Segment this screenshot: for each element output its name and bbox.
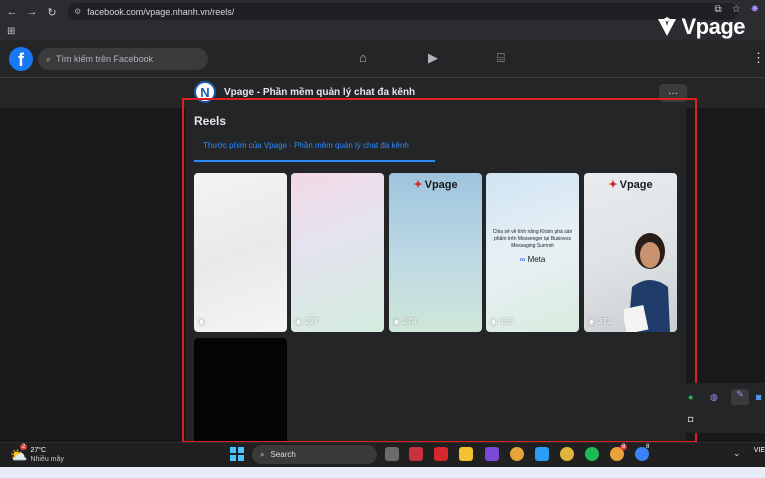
security-icon[interactable]: ◘ — [688, 414, 693, 424]
active-tab-underline — [194, 160, 435, 162]
weather-text: 27°C Nhiều mây — [30, 447, 64, 463]
taskbar-search[interactable]: ⌕ Search — [252, 445, 377, 464]
back-icon[interactable]: ← — [4, 4, 20, 20]
eye-icon: ◉ — [588, 317, 595, 326]
chevron-down-icon[interactable]: ⌄ — [733, 448, 741, 459]
vpage-reel-logo: ✦ Vpage — [608, 178, 653, 192]
viber-icon[interactable]: ◍ — [710, 392, 718, 403]
page-avatar[interactable]: N — [194, 81, 216, 103]
reel-card-1[interactable]: ◉ — [194, 173, 287, 332]
menu-icon[interactable]: ⋮ — [752, 50, 765, 66]
site-info-icon[interactable]: ⚙ — [74, 7, 81, 16]
reel-card-4[interactable]: Chia sẻ về tính năng Khám phá sản phẩm t… — [486, 173, 579, 332]
search-icon: ⌕ — [46, 53, 52, 64]
reel-caption: Chia sẻ về tính năng Khám phá sản phẩm t… — [492, 229, 573, 249]
search-icon: ⌕ — [260, 449, 265, 459]
windows-taskbar — [0, 442, 765, 467]
language-indicator[interactable]: VIE — [754, 447, 765, 454]
file-explorer-icon[interactable] — [459, 447, 473, 461]
chrome-profile-icon[interactable] — [560, 447, 574, 461]
facebook-logo[interactable]: f — [9, 47, 33, 71]
meta-logo-icon: ∞ — [519, 255, 526, 264]
vpage-logo-icon: ✦ — [608, 179, 618, 191]
task-view-icon[interactable] — [385, 447, 399, 461]
spotify-icon[interactable]: ● — [688, 392, 693, 402]
more-options-button[interactable]: ··· — [659, 84, 687, 102]
reel-card-6[interactable] — [194, 338, 287, 442]
windows-start-icon[interactable] — [230, 447, 244, 461]
bookmarks-bar: ⊞ — [0, 24, 765, 40]
chrome-icon[interactable] — [510, 447, 524, 461]
extension-icon[interactable]: ✸ — [751, 4, 759, 15]
copilot-icon[interactable] — [485, 447, 499, 461]
chat-icon[interactable]: ◙ — [756, 392, 761, 402]
reels-title: Reels — [194, 114, 227, 128]
page-name[interactable]: Vpage - Phần mềm quản lý chat đa kênh — [224, 87, 415, 98]
reel-card-5[interactable]: ✦ Vpage ◉ 371 — [584, 173, 677, 332]
search-placeholder: Tìm kiếm trên Facebook — [56, 54, 154, 64]
meta-brand: ∞ Meta — [519, 255, 546, 264]
video-icon[interactable]: ▶ — [428, 50, 438, 66]
vpage-logo-icon: ✦ — [413, 179, 423, 191]
eye-icon: ◉ — [490, 317, 497, 326]
home-icon[interactable]: ⌂ — [359, 50, 367, 65]
view-count: ◉ — [198, 317, 208, 326]
feather-icon[interactable]: ✎ — [731, 389, 749, 405]
facebook-search-input[interactable]: ⌕ Tìm kiếm trên Facebook — [38, 48, 208, 70]
bottom-strip — [0, 467, 765, 478]
floating-app-tray: ● ◍ ✎ ◙ ◘ — [679, 383, 765, 433]
messenger-badge: 8 — [646, 444, 650, 450]
watermark-text: Vpage — [681, 14, 745, 39]
vpage-watermark: Vpage — [656, 14, 745, 40]
view-count: ◉ 274 — [393, 317, 417, 326]
mcafee-icon[interactable] — [434, 447, 448, 461]
vpage-logo-icon — [658, 17, 677, 36]
marketplace-icon[interactable]: ⌸ — [497, 50, 505, 66]
view-count: ◉ 227 — [295, 317, 319, 326]
vpage-reel-logo: ✦ Vpage — [413, 178, 458, 192]
spotify-taskbar-icon[interactable] — [585, 447, 599, 461]
reel-card-2[interactable]: ◉ 227 — [291, 173, 384, 332]
reload-icon[interactable]: ↻ — [44, 4, 60, 20]
address-bar[interactable]: ⚙ facebook.com/vpage.nhanh.vn/reels/ — [68, 3, 738, 20]
eye-icon: ◉ — [295, 317, 302, 326]
eye-icon: ◉ — [198, 317, 205, 326]
forward-icon[interactable]: → — [24, 4, 40, 20]
reel-card-3[interactable]: ✦ Vpage ◉ 274 — [389, 173, 482, 332]
view-count: ◉ 371 — [588, 317, 612, 326]
store-icon[interactable] — [409, 447, 423, 461]
eye-icon: ◉ — [393, 317, 400, 326]
woman-presenter-image — [624, 233, 670, 332]
apps-grid-icon[interactable]: ⊞ — [7, 26, 15, 37]
facebook-header: f ⌕ Tìm kiếm trên Facebook ⌂ ▶ ⌸ ⋮ — [0, 40, 765, 78]
weather-widget[interactable]: ⛅ 27°C Nhiều mây — [10, 446, 64, 464]
url-text: facebook.com/vpage.nhanh.vn/reels/ — [87, 6, 235, 17]
edge-icon[interactable] — [535, 447, 549, 461]
tab-reels-of-page[interactable]: Thước phim của Vpage - Phần mềm quản lý … — [203, 141, 409, 150]
view-count: ◉ 185 — [490, 317, 514, 326]
